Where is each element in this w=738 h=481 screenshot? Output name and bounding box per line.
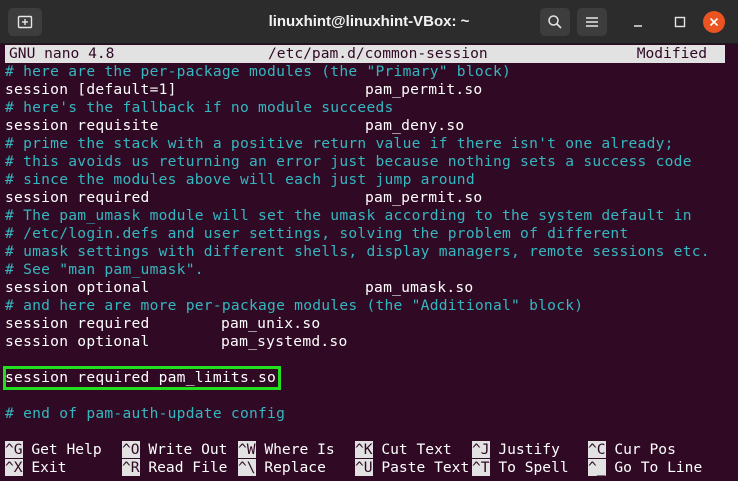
shortcut-label: Justify	[489, 441, 560, 458]
window-title: linuxhint@linuxhint-VBox: ~	[268, 13, 470, 30]
shortcut-item: ^\ Replace	[238, 459, 326, 477]
config-line-module: pam_permit.so	[365, 81, 483, 98]
config-line: session optional pam_systemd.so	[5, 333, 720, 351]
shortcut-item: ^X Exit	[5, 459, 67, 477]
shortcut-label: Cut Text	[372, 441, 452, 458]
nano-header-bar: GNU nano 4.8 /etc/pam.d/common-session M…	[5, 45, 725, 63]
config-line: session required pam_permit.so	[5, 189, 720, 207]
config-line-control: session required	[5, 189, 150, 206]
search-icon	[548, 15, 562, 29]
shortcut-key: ^J	[472, 441, 490, 458]
shortcut-label: Cur Pos	[605, 441, 676, 458]
shortcut-label: Replace	[255, 459, 326, 476]
config-line-module: pam_permit.so	[365, 189, 483, 206]
maximize-icon	[674, 16, 686, 28]
new-tab-icon	[17, 15, 33, 29]
shortcut-item: ^_ Go To Line	[588, 459, 702, 477]
shortcut-label: Write Out	[139, 441, 228, 458]
shortcut-item: ^G Get Help	[5, 441, 102, 459]
comment-line: # See "man pam_umask".	[5, 261, 204, 278]
shortcut-item: ^J Justify	[472, 441, 560, 459]
config-line: session optional pam_umask.so	[5, 279, 720, 297]
shortcut-label: Get Help	[22, 441, 102, 458]
config-line-module: pam_unix.so	[221, 315, 321, 332]
config-line: session [default=1] pam_permit.so	[5, 81, 720, 99]
nano-filename: /etc/pam.d/common-session	[268, 45, 488, 62]
shortcut-label: Read File	[139, 459, 228, 476]
config-line-control: session [default=1]	[5, 81, 177, 98]
comment-line: # /etc/login.defs and user settings, sol…	[5, 225, 629, 242]
new-tab-button[interactable]	[8, 8, 42, 36]
config-line: session required pam_unix.so	[5, 315, 720, 333]
hamburger-menu-icon	[586, 17, 598, 27]
shortcut-item: ^U Paste Text	[355, 459, 469, 477]
shortcut-item: ^W Where Is	[238, 441, 335, 459]
config-line: session requisite pam_deny.so	[5, 117, 720, 135]
comment-line: # this avoids us returning an error just…	[5, 153, 692, 170]
shortcut-key: ^T	[472, 459, 490, 476]
shortcut-item: ^R Read File	[122, 459, 227, 477]
shortcut-key: ^U	[355, 459, 373, 476]
config-line-control: session optional	[5, 279, 150, 296]
shortcut-key: ^\	[238, 459, 256, 476]
shortcut-key: ^C	[588, 441, 606, 458]
shortcut-label: Paste Text	[372, 459, 470, 476]
search-button[interactable]	[540, 8, 570, 36]
shortcut-label: Exit	[22, 459, 67, 476]
shortcut-label: To Spell	[489, 459, 569, 476]
shortcut-label: Where Is	[255, 441, 335, 458]
comment-line: # and here are more per-package modules …	[5, 297, 584, 314]
shortcut-item: ^K Cut Text	[355, 441, 452, 459]
comment-line: # prime the stack with a positive return…	[5, 135, 674, 152]
shortcut-key: ^R	[122, 459, 140, 476]
config-line-control: session requisite	[5, 117, 159, 134]
shortcut-key: ^W	[238, 441, 256, 458]
shortcut-key: ^G	[5, 441, 23, 458]
comment-line: # here are the per-package modules (the …	[5, 63, 512, 80]
shortcut-item: ^O Write Out	[122, 441, 227, 459]
highlight-box	[3, 366, 281, 390]
config-line-module: pam_deny.so	[365, 117, 465, 134]
config-line-control: session optional	[5, 333, 150, 350]
close-button[interactable]	[703, 11, 725, 33]
shortcut-key: ^K	[355, 441, 373, 458]
shortcut-key: ^_	[588, 459, 606, 476]
comment-line: # here's the fallback if no module succe…	[5, 99, 394, 116]
window-titlebar: linuxhint@linuxhint-VBox: ~	[0, 0, 738, 44]
comment-line: # The pam_umask module will set the umas…	[5, 207, 692, 224]
shortcut-item: ^T To Spell	[472, 459, 569, 477]
shortcut-item: ^C Cur Pos	[588, 441, 676, 459]
shortcut-key: ^O	[122, 441, 140, 458]
minimize-button[interactable]	[627, 11, 649, 33]
menu-button[interactable]	[577, 8, 607, 36]
config-line-control: session required	[5, 315, 150, 332]
minimize-icon	[634, 25, 642, 27]
nano-version: GNU nano 4.8	[9, 45, 115, 62]
nano-status: Modified	[636, 45, 707, 62]
comment-line: # umask settings with different shells, …	[5, 243, 710, 260]
config-line-module: pam_systemd.so	[221, 333, 348, 350]
close-icon	[709, 17, 719, 27]
comment-line: # end of pam-auth-update config	[5, 405, 286, 422]
maximize-button[interactable]	[669, 11, 691, 33]
comment-line: # since the modules above will each just…	[5, 171, 475, 188]
config-line-module: pam_umask.so	[365, 279, 474, 296]
shortcut-key: ^X	[5, 459, 23, 476]
shortcut-label: Go To Line	[605, 459, 703, 476]
terminal-area[interactable]: GNU nano 4.8 /etc/pam.d/common-session M…	[0, 44, 738, 481]
